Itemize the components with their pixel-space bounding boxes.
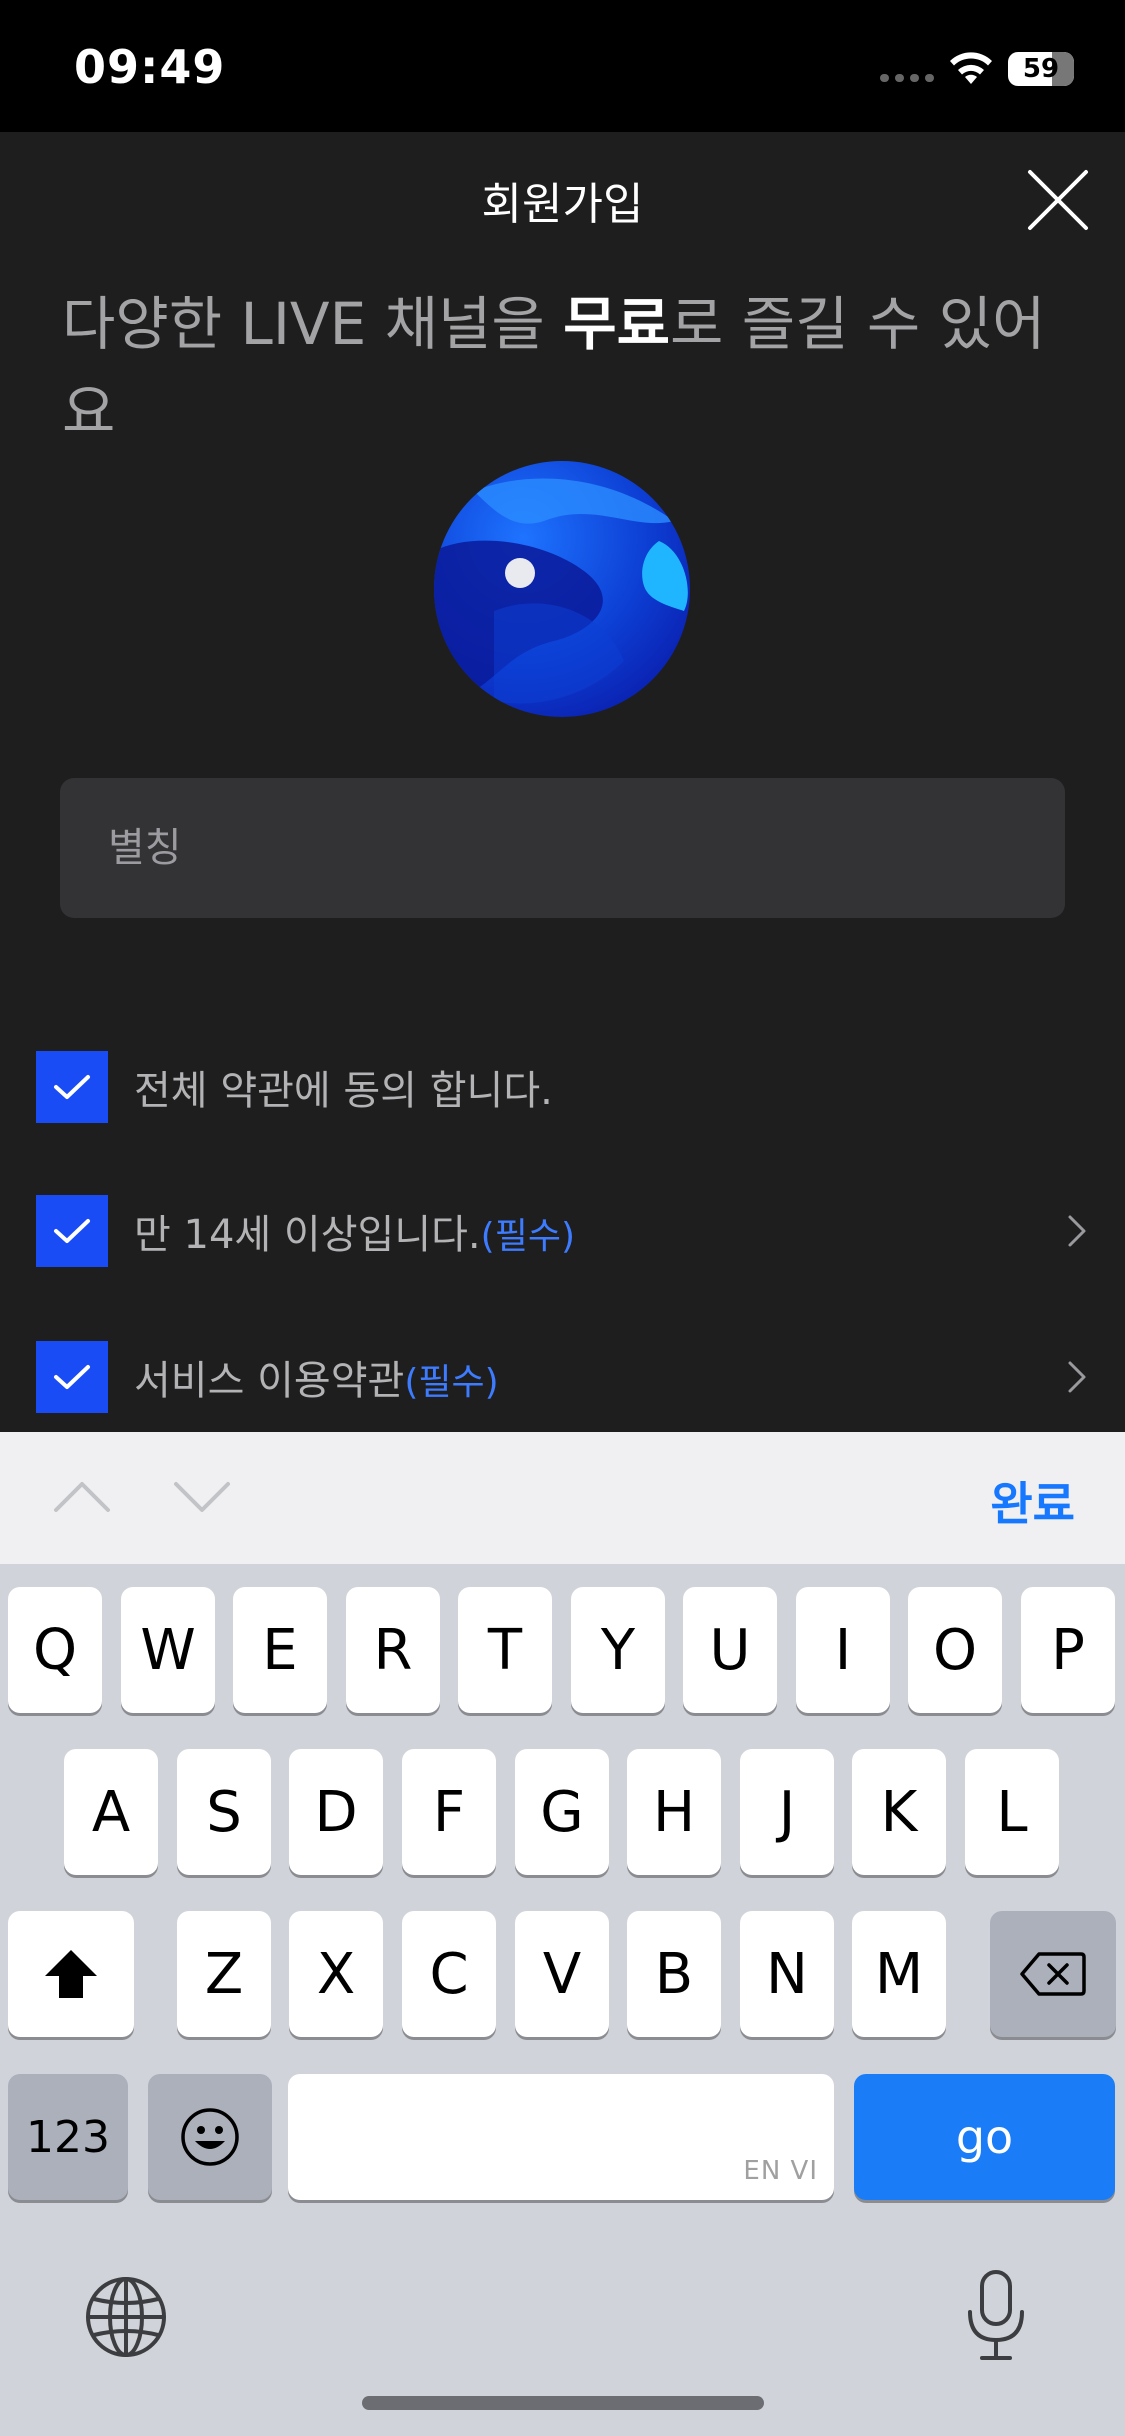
headline-part1: 다양한 LIVE 채널을 [62,290,564,358]
key-s[interactable]: S [177,1749,271,1875]
agree-all-row[interactable]: 전체 약관에 동의 합니다. [36,1051,1096,1123]
agree-terms-row[interactable]: 서비스 이용약관(필수) [36,1341,1096,1413]
key-u[interactable]: U [683,1587,777,1713]
required-tag: (필수) [404,1362,499,1403]
key-j[interactable]: J [740,1749,834,1875]
key-z[interactable]: Z [177,1911,271,2037]
agree-terms-text: 서비스 이용약관 [134,1358,405,1404]
emoji-icon [181,2108,239,2166]
close-icon[interactable] [1024,166,1092,234]
chevron-down-icon[interactable] [172,1478,232,1518]
done-button[interactable]: 완료 [990,1468,1075,1534]
key-x[interactable]: X [289,1911,383,2037]
numbers-key[interactable]: 123 [8,2074,128,2200]
headline: 다양한 LIVE 채널을 무료로 즐길 수 있어요 [62,280,1062,456]
key-k[interactable]: K [852,1749,946,1875]
headline-emphasis: 무료 [563,290,670,358]
key-f[interactable]: F [402,1749,496,1875]
shift-key[interactable] [8,1911,134,2037]
key-c[interactable]: C [402,1911,496,2037]
nickname-input[interactable] [60,778,1065,918]
key-e[interactable]: E [233,1587,327,1713]
key-g[interactable]: G [515,1749,609,1875]
key-i[interactable]: I [796,1587,890,1713]
shift-icon [45,1950,97,1998]
key-b[interactable]: B [627,1911,721,2037]
key-m[interactable]: M [852,1911,946,2037]
key-p[interactable]: P [1021,1587,1115,1713]
checkmark-icon [54,1075,90,1099]
backspace-icon [1020,1952,1086,1996]
status-bar: 09:49 59 [0,0,1125,132]
key-d[interactable]: D [289,1749,383,1875]
status-time: 09:49 [74,40,226,94]
backspace-key[interactable] [990,1911,1116,2037]
microphone-icon[interactable] [964,2268,1028,2364]
space-key[interactable]: EN VI [288,2074,834,2200]
key-y[interactable]: Y [571,1587,665,1713]
space-key-label: EN VI [743,2156,818,2186]
cellular-signal-icon [880,74,934,82]
emoji-key[interactable] [148,2074,272,2200]
agree-age-row[interactable]: 만 14세 이상입니다.(필수) [36,1195,1096,1267]
key-l[interactable]: L [965,1749,1059,1875]
key-n[interactable]: N [740,1911,834,2037]
go-key[interactable]: go [854,2074,1115,2200]
agree-age-label: 만 14세 이상입니다.(필수) [134,1202,575,1260]
home-indicator [362,2396,764,2410]
chevron-right-icon[interactable] [1056,1211,1096,1251]
page-title: 회원가입 [481,179,644,230]
chevron-up-icon[interactable] [52,1476,112,1516]
agree-terms-label: 서비스 이용약관(필수) [134,1348,499,1406]
battery-icon: 59 [1008,52,1074,86]
globe-icon[interactable] [84,2275,168,2359]
key-t[interactable]: T [458,1587,552,1713]
key-w[interactable]: W [121,1587,215,1713]
agree-all-label: 전체 약관에 동의 합니다. [134,1068,553,1114]
wifi-icon [950,52,992,84]
key-q[interactable]: Q [8,1587,102,1713]
key-a[interactable]: A [64,1749,158,1875]
chevron-right-icon[interactable] [1056,1357,1096,1397]
agree-age-text: 만 14세 이상입니다. [134,1212,481,1258]
keyboard: Q W E R T Y U I O P A S D F G H J K L Z … [0,1564,1125,2436]
agree-terms-checkbox[interactable] [36,1341,108,1413]
planet-avatar [434,461,690,717]
key-r[interactable]: R [346,1587,440,1713]
checkmark-icon [54,1365,90,1389]
numbers-key-label: 123 [26,2111,110,2163]
key-o[interactable]: O [908,1587,1002,1713]
key-v[interactable]: V [515,1911,609,2037]
agree-age-checkbox[interactable] [36,1195,108,1267]
checkmark-icon [54,1219,90,1243]
required-tag: (필수) [480,1216,575,1257]
key-h[interactable]: H [627,1749,721,1875]
battery-level: 59 [1022,54,1060,84]
agree-all-checkbox[interactable] [36,1051,108,1123]
keyboard-accessory-bar: 완료 [0,1432,1125,1564]
